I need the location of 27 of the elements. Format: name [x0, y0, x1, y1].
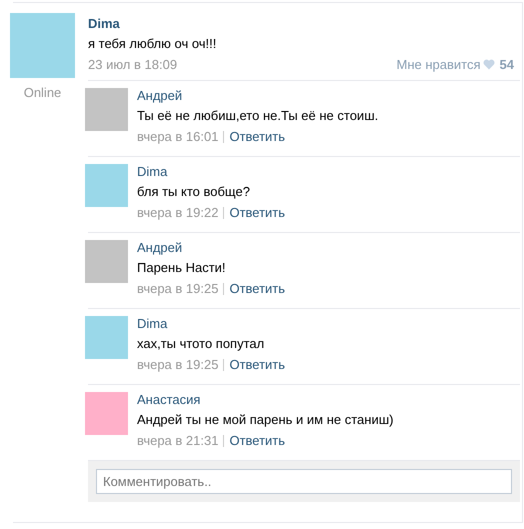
- comment-text: бля ты кто вобще?: [137, 184, 251, 199]
- comment-text: Ты её не любиш,ето не.Ты её не стоиш.: [137, 108, 378, 123]
- author-name[interactable]: Андрей: [137, 88, 378, 103]
- reply-link[interactable]: Ответить: [229, 433, 286, 448]
- online-status: Online: [24, 85, 62, 100]
- author-name[interactable]: Андрей: [137, 240, 286, 255]
- comment-text: Андрей ты не мой парень и им не станиш): [137, 412, 394, 427]
- author-name[interactable]: Dima: [137, 316, 286, 331]
- post-text: я тебя люблю оч оч!!!: [88, 36, 218, 51]
- comment-date: вчера в 19:22: [137, 205, 218, 220]
- comment-text: Парень Насти!: [137, 260, 227, 275]
- reply-link[interactable]: Ответить: [229, 129, 286, 144]
- heart-icon[interactable]: [482, 59, 495, 70]
- reply-link[interactable]: Ответить: [229, 357, 286, 372]
- post-date: 23 июл в 18:09: [88, 57, 178, 72]
- comment-date: вчера в 19:25: [137, 357, 218, 372]
- author-name[interactable]: Анастасия: [137, 392, 394, 407]
- reply-link[interactable]: Ответить: [229, 281, 286, 296]
- like-count: 54: [500, 57, 514, 72]
- comment-date: вчера в 16:01: [137, 129, 218, 144]
- comment-date: вчера в 19:25: [137, 281, 218, 296]
- reply-link[interactable]: Ответить: [229, 205, 286, 220]
- author-name[interactable]: Dima: [88, 16, 521, 31]
- comment-date: вчера в 21:31: [137, 433, 218, 448]
- author-name[interactable]: Dima: [137, 164, 286, 179]
- comment-text: хах,ты чтото попутал: [137, 336, 266, 351]
- comment-field[interactable]: Комментировать..: [96, 469, 512, 494]
